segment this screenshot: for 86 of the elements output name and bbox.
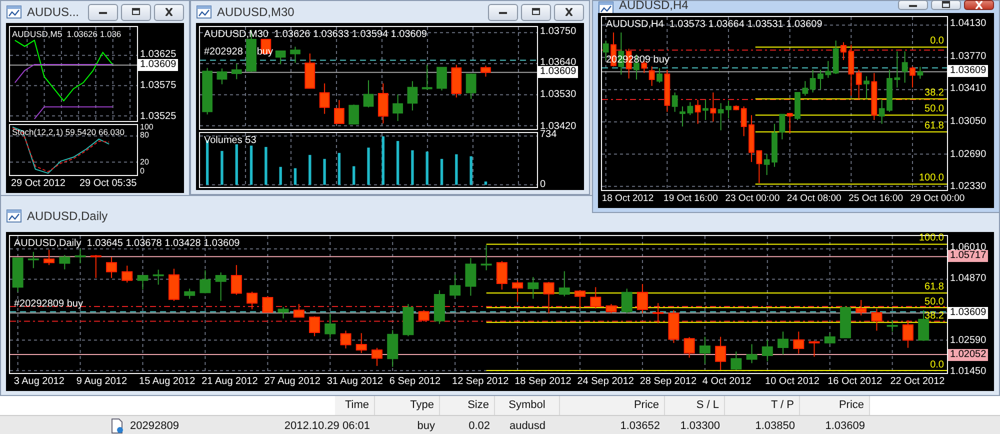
time-label: 18 Oct 2012 <box>602 193 654 204</box>
column-header[interactable]: Time <box>335 396 375 415</box>
fibonacci-level-label: 38.2 <box>924 310 944 322</box>
current-price-label: 1.03609 <box>538 66 578 78</box>
chart-info-text: AUDUSD,M5 1.03626 1.036 <box>12 29 122 39</box>
fibonacci-level-label: 0.0 <box>930 36 944 47</box>
window-title: AUDUSD,M30 <box>217 5 294 19</box>
time-label: 16 Oct 2012 <box>828 376 882 387</box>
price-label: 1.03625 <box>140 49 176 60</box>
price-label: 1.03530 <box>540 89 576 102</box>
table-cell-text: buy <box>416 420 436 432</box>
time-label: 23 Oct 00:00 <box>725 193 780 204</box>
time-label: 25 Oct 16:00 <box>848 193 904 204</box>
fibonacci-level-label: 100.0 <box>918 232 944 244</box>
time-label: 31 Aug 2012 <box>326 376 383 387</box>
fibonacci-level-label: 61.8 <box>924 281 944 292</box>
price-label: 1.04870 <box>950 272 986 285</box>
price-label: 1.04130 <box>950 18 986 30</box>
price-label: 1.03575 <box>140 80 176 92</box>
indicator-scale-label: 0 <box>540 179 546 192</box>
price-label: 1.03750 <box>540 26 576 38</box>
chart-info-text: AUDUSD,H4 1.03573 1.03664 1.03531 1.03609 <box>606 19 822 30</box>
column-header[interactable]: Price <box>800 396 870 415</box>
trade-row[interactable]: 20292809 2012.10.29 06:01 buy 0.02 audusd 1.03652 1.03300 1.03850 1.03609 <box>0 415 1000 434</box>
time-label: 29 Oct 05:35 <box>79 177 137 191</box>
fibonacci-level-label: 38.2 <box>924 87 944 98</box>
time-label: 21 Aug 2012 <box>202 376 258 387</box>
indicator-scale-label: 20 <box>140 158 149 167</box>
window-title: AUDUS... <box>27 5 80 19</box>
column-header[interactable]: Size <box>440 396 495 415</box>
fibonacci-level-label: 100.0 <box>918 172 944 184</box>
table-cell-text: 1.03300 <box>679 420 721 432</box>
time-label: 29 Oct 00:00 <box>910 193 965 204</box>
time-label: 6 Sep 2012 <box>389 376 441 387</box>
indicator-scale-label: 734 <box>540 128 557 141</box>
ticket-number: 20292809 <box>130 420 179 432</box>
price-label: 1.01450 <box>950 366 986 378</box>
price-label: 1.03050 <box>950 116 986 128</box>
column-header[interactable]: Symbol <box>495 396 560 415</box>
chart-info-text: AUDUSD,Daily 1.03645 1.03678 1.03428 1.03609 <box>14 238 240 249</box>
time-label: 10 Oct 2012 <box>765 376 820 387</box>
current-price-label: 1.03609 <box>138 58 178 71</box>
price-label: 1.03640 <box>540 57 576 68</box>
chart-info-text: Volumes 53 <box>204 134 256 146</box>
current-price-label: 1.03609 <box>948 307 988 320</box>
time-label: 3 Aug 2012 <box>14 376 64 387</box>
time-label: 18 Sep 2012 <box>514 376 572 387</box>
price-label: 1.03525 <box>140 110 176 123</box>
table-cell-text: 2012.10.29 06:01 <box>283 420 371 432</box>
time-label: 24 Sep 2012 <box>577 376 634 387</box>
time-label: 19 Oct 16:00 <box>664 193 718 204</box>
indicator-scale-label: 80 <box>140 130 149 140</box>
current-price-label: 1.03609 <box>948 65 988 78</box>
table-cell-text: 0.02 <box>468 420 491 432</box>
window-title: AUDUSD,Daily <box>27 209 108 223</box>
table-cell-text: audusd <box>508 420 547 432</box>
fibonacci-level-label: 61.8 <box>924 120 944 132</box>
price-level-label: 1.02052 <box>948 349 988 362</box>
price-level-label: 1.05717 <box>948 250 988 262</box>
window-title: AUDUSD,H4 <box>619 0 688 12</box>
time-label: 28 Sep 2012 <box>640 376 697 387</box>
price-label: 1.03770 <box>950 50 986 63</box>
time-label: 29 Oct 2012 <box>11 177 66 191</box>
column-header[interactable]: Price <box>560 396 665 415</box>
fibonacci-level-label: 50.0 <box>924 104 944 114</box>
table-cell-text: 1.03609 <box>824 420 866 432</box>
table-cell-text: 1.03652 <box>619 420 661 432</box>
column-header[interactable]: Type <box>375 396 440 415</box>
price-label: 1.02330 <box>950 181 986 194</box>
table-cell-text: 1.03850 <box>754 420 796 432</box>
fibonacci-level-label: 0.0 <box>930 358 944 370</box>
time-label: 22 Oct 2012 <box>890 376 945 387</box>
time-label: 15 Aug 2012 <box>139 376 196 387</box>
indicator-scale-label: 0 <box>140 166 144 176</box>
time-label: 9 Aug 2012 <box>76 376 128 387</box>
price-label: 1.02590 <box>950 334 986 347</box>
price-label: 1.02690 <box>950 148 986 161</box>
column-header[interactable]: S / L <box>665 396 725 415</box>
time-label: 27 Aug 2012 <box>264 376 320 387</box>
time-label: 4 Oct 2012 <box>702 376 752 387</box>
indicator-scale-label: 100 <box>140 122 154 132</box>
column-header[interactable]: T / P <box>725 396 800 415</box>
time-label: 24 Oct 08:00 <box>786 193 842 204</box>
time-label: 12 Sep 2012 <box>452 376 509 387</box>
price-label: 1.03410 <box>950 83 986 96</box>
fibonacci-level-label: 50.0 <box>924 296 944 308</box>
